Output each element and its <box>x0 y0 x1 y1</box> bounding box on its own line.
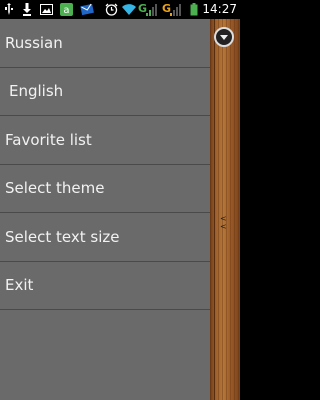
gallery-icon <box>40 4 53 15</box>
signal-icon <box>146 4 157 16</box>
menu-item-label: Favorite list <box>5 130 92 149</box>
menu-item-exit[interactable]: Exit <box>0 262 210 310</box>
menu-item-russian[interactable]: Russian <box>0 19 210 68</box>
menu-item-label: Select theme <box>5 179 105 198</box>
wood-background: < < <box>210 19 240 400</box>
signal-icon-2 <box>170 4 181 16</box>
side-menu: Russian English Favorite list Select the… <box>0 19 210 400</box>
dropdown-icon[interactable] <box>214 27 234 47</box>
alarm-icon <box>105 3 118 16</box>
menu-item-select-theme[interactable]: Select theme <box>0 165 210 213</box>
menu-item-label: Russian <box>5 33 63 52</box>
menu-item-english[interactable]: English <box>0 68 210 116</box>
email-icon <box>80 3 94 16</box>
menu-item-select-text-size[interactable]: Select text size <box>0 213 210 262</box>
battery-icon <box>190 3 198 16</box>
clock: 14:27 <box>202 2 237 16</box>
menu-item-favorite-list[interactable]: Favorite list <box>0 116 210 165</box>
usb-icon <box>5 3 13 15</box>
menu-item-label: Select text size <box>5 227 120 246</box>
app-store-icon: a <box>60 3 73 16</box>
status-bar: a G G 14:27 <box>0 0 240 19</box>
collapse-arrows-icon[interactable]: < < <box>220 215 227 231</box>
download-icon <box>23 3 31 16</box>
svg-text:a: a <box>63 5 69 16</box>
wifi-icon <box>122 4 136 15</box>
menu-item-label: Exit <box>5 276 34 295</box>
wood-divider <box>214 19 215 400</box>
menu-item-label: English <box>9 82 64 101</box>
